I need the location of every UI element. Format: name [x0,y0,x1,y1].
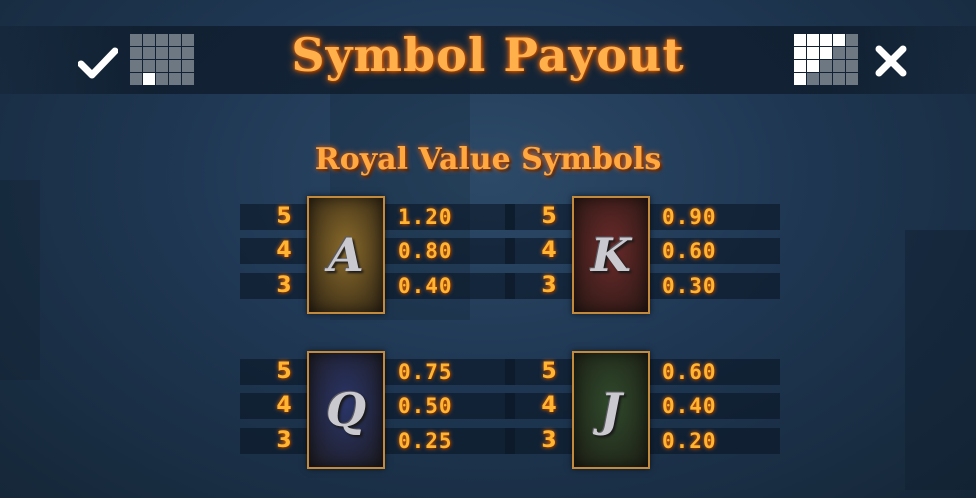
symbol-letter: Q [325,383,367,437]
payout-value: 0.60 [662,239,717,263]
payline-grid-icon-right[interactable] [794,34,858,85]
payout-value: 0.40 [662,394,717,418]
payout-value: 0.50 [398,394,453,418]
symbol-count: 4 [276,238,292,263]
payout-value: 0.80 [398,239,453,263]
symbol-count: 5 [541,359,557,384]
section-title: Royal Value Symbols [314,142,662,177]
symbol-count: 3 [276,273,292,298]
payout-value: 0.90 [662,205,717,229]
symbol-letter: J [600,383,622,437]
symbol-count: 5 [276,204,292,229]
background-wolf-right [905,230,976,490]
symbol-card-j: J [572,351,650,469]
symbol-count: 5 [541,204,557,229]
payout-value: 0.25 [398,429,453,453]
symbol-letter: A [328,228,364,282]
symbol-card-k: K [572,196,650,314]
payout-value: 0.40 [398,274,453,298]
payout-value: 0.20 [662,429,717,453]
symbol-count: 4 [276,393,292,418]
symbol-count: 3 [276,428,292,453]
payout-value: 0.30 [662,274,717,298]
payout-value: 1.20 [398,205,453,229]
symbol-letter: K [591,228,631,282]
symbol-card-q: Q [307,351,385,469]
symbol-card-a: A [307,196,385,314]
symbol-count: 4 [541,393,557,418]
close-icon[interactable] [874,44,908,78]
symbol-count: 5 [276,359,292,384]
payout-value: 0.75 [398,360,453,384]
background-rock-left [0,180,40,380]
symbol-count: 3 [541,428,557,453]
payout-value: 0.60 [662,360,717,384]
symbol-count: 3 [541,273,557,298]
symbol-count: 4 [541,238,557,263]
